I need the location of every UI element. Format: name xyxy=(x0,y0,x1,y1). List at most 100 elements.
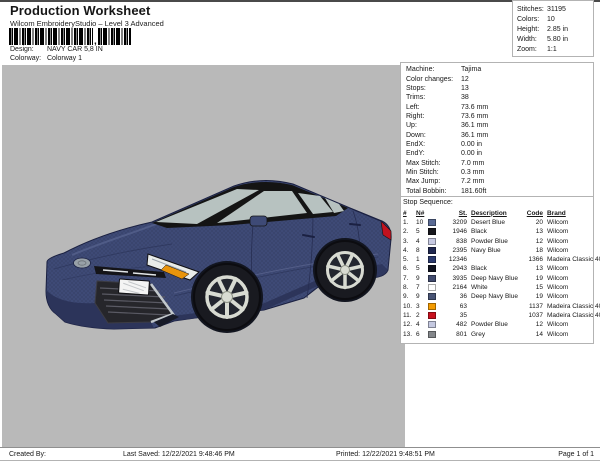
stitch-count: 35 xyxy=(438,312,467,319)
page-title: Production Worksheet xyxy=(10,3,150,18)
row-num: 1. xyxy=(403,219,416,226)
info-label: Up: xyxy=(406,122,461,129)
thread-color-swatch xyxy=(428,256,436,263)
embroidered-car-design xyxy=(2,65,405,447)
thread-brand: Wilcom xyxy=(547,265,568,272)
summary-row: Colors:10 xyxy=(517,14,593,24)
info-label: Left: xyxy=(406,104,461,111)
colorway-row: Colorway:Colorway 1 xyxy=(10,55,82,62)
stitch-count: 838 xyxy=(438,238,467,245)
machine-info-row: EndX:0.00 in xyxy=(406,140,593,149)
thread-brand: Wilcom xyxy=(547,321,568,328)
info-label: Zoom: xyxy=(517,46,547,53)
thread-code: 14 xyxy=(521,331,543,338)
thread-description: White xyxy=(471,284,521,291)
thread-code: 13 xyxy=(521,228,543,235)
stitch-count: 3935 xyxy=(438,275,467,282)
col-header-description: Description xyxy=(471,210,521,217)
needle-num: 2 xyxy=(416,312,428,319)
needle-num: 8 xyxy=(416,247,428,254)
thread-code: 20 xyxy=(521,219,543,226)
info-value: 2.85 in xyxy=(547,26,568,33)
stop-sequence-panel: Stop Sequence: # N# St. Description Code… xyxy=(400,197,594,344)
info-label: EndY: xyxy=(406,150,461,157)
machine-info-row: Max Jump:7.2 mm xyxy=(406,177,593,186)
thread-code: 19 xyxy=(521,293,543,300)
thread-description: Deep Navy Blue xyxy=(471,275,521,282)
design-label: Design: xyxy=(10,46,47,53)
thread-color-swatch xyxy=(428,303,436,310)
machine-info-row: EndY:0.00 in xyxy=(406,149,593,158)
created-by-label: Created By: xyxy=(9,451,46,458)
stitch-count: 63 xyxy=(438,303,467,310)
thread-code: 1366 xyxy=(521,256,543,263)
side-mirror xyxy=(250,216,267,226)
thread-description: Powder Blue xyxy=(471,238,521,245)
info-value: 0.00 in xyxy=(461,150,482,157)
col-header-code: Code xyxy=(521,210,543,217)
stop-sequence-row: 11.2351037Madeira Classic 40 xyxy=(403,311,593,320)
machine-info-row: Left:73.6 mm xyxy=(406,102,593,111)
stop-sequence-row: 1.103209Desert Blue20Wilcom xyxy=(403,218,593,227)
row-num: 12. xyxy=(403,321,416,328)
stitch-count: 801 xyxy=(438,331,467,338)
thread-color-swatch xyxy=(428,275,436,282)
thread-code: 1137 xyxy=(521,303,543,310)
row-num: 3. xyxy=(403,238,416,245)
row-num: 9. xyxy=(403,293,416,300)
stop-sequence-row: 8.72164White15Wilcom xyxy=(403,283,593,292)
machine-info-row: Total Bobbin:181.60ft xyxy=(406,186,593,195)
thread-description: Powder Blue xyxy=(471,321,521,328)
machine-info-row: Right:73.6 mm xyxy=(406,112,593,121)
thread-description: Grey xyxy=(471,331,521,338)
stop-sequence-title: Stop Sequence: xyxy=(403,199,593,209)
thread-brand: Wilcom xyxy=(547,228,568,235)
thread-description: Navy Blue xyxy=(471,247,521,254)
info-value: 0.3 mm xyxy=(461,169,484,176)
thread-color-swatch xyxy=(428,238,436,245)
thread-brand: Wilcom xyxy=(547,247,568,254)
thread-code: 12 xyxy=(521,238,543,245)
info-label: Min Stitch: xyxy=(406,169,461,176)
stop-sequence-row: 9.936Deep Navy Blue19Wilcom xyxy=(403,292,593,301)
info-label: Right: xyxy=(406,113,461,120)
worksheet-footer: Created By: Last Saved: 12/22/2021 9:48:… xyxy=(0,447,600,461)
info-label: Colors: xyxy=(517,16,547,23)
col-header-brand: Brand xyxy=(547,210,566,217)
machine-info-row: Color changes:12 xyxy=(406,74,593,83)
col-header-num: # xyxy=(403,210,416,217)
needle-num: 5 xyxy=(416,265,428,272)
barcode-bars-left xyxy=(9,28,93,45)
design-preview-canvas xyxy=(2,65,405,447)
thread-color-swatch xyxy=(428,228,436,235)
thread-brand: Wilcom xyxy=(547,293,568,300)
col-header-needle: N# xyxy=(416,210,428,217)
design-value: NAVY CAR 5,8 IN xyxy=(47,46,103,53)
info-label: Max Jump: xyxy=(406,178,461,185)
needle-num: 4 xyxy=(416,321,428,328)
thread-color-swatch xyxy=(428,284,436,291)
stop-sequence-row: 4.82395Navy Blue18Wilcom xyxy=(403,246,593,255)
design-barcode: , xyxy=(9,28,131,45)
colorway-label: Colorway: xyxy=(10,55,47,62)
info-value: 10 xyxy=(547,16,555,23)
machine-info-row: Max Stitch:7.0 mm xyxy=(406,158,593,167)
summary-row: Height:2.85 in xyxy=(517,24,593,34)
row-num: 4. xyxy=(403,247,416,254)
license-plate xyxy=(119,279,150,295)
thread-color-swatch xyxy=(428,293,436,300)
thread-code: 1037 xyxy=(521,312,543,319)
row-num: 11. xyxy=(403,312,416,319)
row-num: 10. xyxy=(403,303,416,310)
info-label: Stitches: xyxy=(517,6,547,13)
info-label: EndX: xyxy=(406,141,461,148)
thread-description: Deep Navy Blue xyxy=(471,293,521,300)
info-value: Tajima xyxy=(461,66,481,73)
last-saved-timestamp: Last Saved: 12/22/2021 9:48:46 PM xyxy=(123,451,235,458)
thread-brand: Wilcom xyxy=(547,284,568,291)
thread-code: 12 xyxy=(521,321,543,328)
design-summary-panel: Stitches:31195 Colors:10 Height:2.85 in … xyxy=(512,0,594,57)
front-wheel xyxy=(194,264,260,330)
stitch-count: 12346 xyxy=(438,256,467,263)
stop-sequence-row: 2.51946Black13Wilcom xyxy=(403,227,593,236)
